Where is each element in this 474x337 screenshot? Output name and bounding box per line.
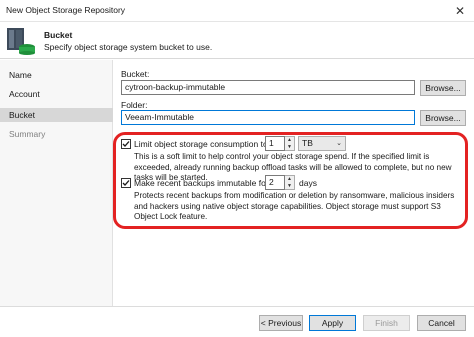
window-title: New Object Storage Repository [6, 5, 126, 15]
bucket-label: Bucket: [121, 69, 150, 79]
spin-down-icon[interactable]: ▼ [285, 144, 294, 151]
wizard-footer: < Previous Apply Finish Cancel [0, 306, 474, 337]
spin-down-icon[interactable]: ▼ [285, 183, 294, 190]
sidebar-item-summary[interactable]: Summary [0, 127, 113, 141]
immutable-days-unit: days [299, 178, 317, 188]
sidebar-item-name[interactable]: Name [0, 68, 113, 82]
bucket-field[interactable]: cytroon-backup-immutable [121, 80, 415, 95]
checkmark-icon [122, 141, 130, 147]
sidebar-item-label: Name [9, 70, 32, 80]
sidebar-item-label: Summary [9, 129, 46, 139]
sidebar-item-bucket[interactable]: Bucket [0, 108, 113, 122]
sidebar-item-account[interactable]: Account [0, 87, 113, 101]
page-subtitle: Specify object storage system bucket to … [44, 42, 213, 52]
cancel-button[interactable]: Cancel [417, 315, 466, 331]
limit-value-input[interactable]: 1 [265, 136, 285, 151]
limit-value-spinner[interactable]: ▲ ▼ [285, 136, 295, 151]
folder-field[interactable]: Veeam-Immutable [121, 110, 415, 125]
immutable-backups-note: Protects recent backups from modificatio… [134, 191, 455, 221]
previous-button[interactable]: < Previous [259, 315, 303, 331]
checkmark-icon [122, 180, 130, 186]
wizard-header: Bucket Specify object storage system buc… [0, 22, 474, 59]
limit-consumption-label: Limit object storage consumption to: [134, 139, 271, 149]
title-bar: New Object Storage Repository ✕ [0, 0, 474, 22]
finish-button[interactable]: Finish [363, 315, 410, 331]
page-title: Bucket [44, 30, 73, 40]
immutable-backups-checkbox[interactable] [121, 178, 131, 188]
wizard-steps: Name Account Bucket Summary [0, 60, 113, 306]
limit-unit-value: TB [302, 138, 313, 148]
folder-label: Folder: [121, 100, 148, 110]
storage-bucket-icon [6, 27, 36, 55]
chevron-down-icon: ⌄ [336, 140, 342, 147]
close-icon[interactable]: ✕ [446, 0, 474, 22]
immutable-days-input[interactable]: 2 [265, 175, 285, 190]
limit-unit-select[interactable]: TB ⌄ [298, 136, 346, 151]
sidebar-item-label: Account [9, 89, 40, 99]
immutable-backups-label: Make recent backups immutable for: [134, 178, 272, 188]
folder-browse-button[interactable]: Browse... [420, 110, 466, 126]
apply-button[interactable]: Apply [309, 315, 356, 331]
bucket-browse-button[interactable]: Browse... [420, 80, 466, 96]
immutable-days-spinner[interactable]: ▲ ▼ [285, 175, 295, 190]
sidebar-item-label: Bucket [9, 110, 35, 120]
limit-consumption-checkbox[interactable] [121, 139, 131, 149]
